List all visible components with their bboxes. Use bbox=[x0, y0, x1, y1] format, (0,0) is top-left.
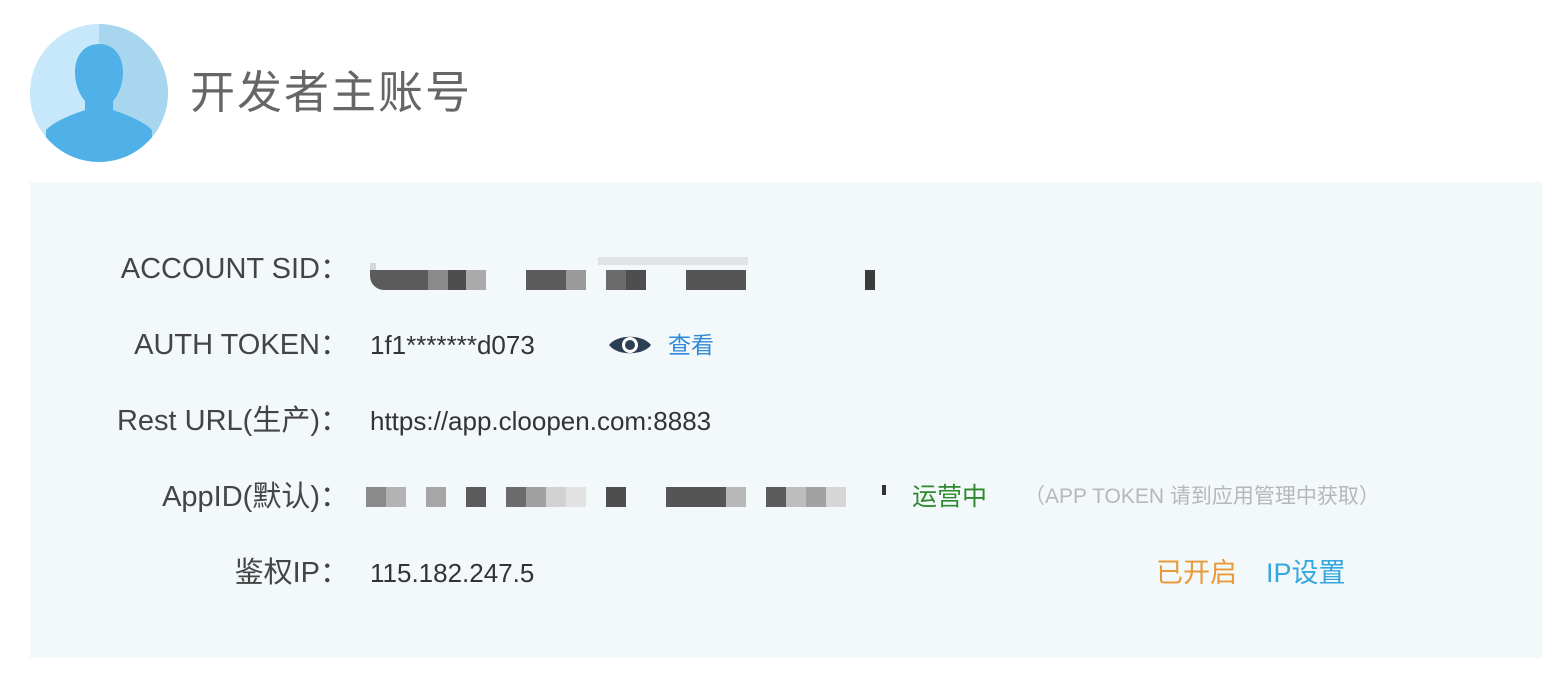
account-sid-label: ACCOUNT SID bbox=[120, 253, 320, 285]
ip-auth-status-badge: 已开启 bbox=[1156, 558, 1237, 588]
app-id-colon: ： bbox=[320, 481, 350, 513]
rest-url-colon: ： bbox=[320, 405, 350, 437]
account-sid-row: ACCOUNT SID ： bbox=[30, 249, 1542, 290]
app-status-badge: 运营中 bbox=[912, 483, 988, 511]
auth-token-colon: ： bbox=[320, 329, 350, 361]
auth-token-label: AUTH TOKEN bbox=[134, 329, 320, 361]
auth-ip-colon: ： bbox=[320, 557, 350, 589]
auth-token-value: 1f1*******d073 bbox=[370, 330, 535, 360]
app-id-label: AppID(默认) bbox=[162, 481, 320, 513]
user-silhouette-icon bbox=[30, 24, 168, 162]
app-id-row: AppID(默认) ： 运营中 （APP TOKEN 请到应用管理中获取） bbox=[30, 477, 1542, 517]
rest-url-value: https://app.cloopen.com:8883 bbox=[370, 406, 712, 436]
auth-ip-value: 115.182.247.5 bbox=[370, 558, 535, 588]
rest-url-row: Rest URL(生产) ： https://app.cloopen.com:8… bbox=[30, 401, 1542, 441]
account-sid-colon: ： bbox=[320, 253, 350, 285]
auth-token-row: AUTH TOKEN ： 1f1*******d073 查看 bbox=[30, 325, 1542, 365]
page-title: 开发者主账号 bbox=[190, 67, 473, 118]
ip-settings-link[interactable]: IP设置 bbox=[1266, 553, 1346, 593]
app-token-hint: （APP TOKEN 请到应用管理中获取） bbox=[1024, 485, 1380, 508]
avatar bbox=[30, 24, 168, 162]
account-sid-redaction bbox=[368, 249, 888, 290]
eye-icon[interactable] bbox=[607, 331, 653, 359]
auth-ip-label: 鉴权IP bbox=[234, 557, 320, 589]
rest-url-label: Rest URL(生产) bbox=[116, 405, 320, 437]
account-header: 开发者主账号 bbox=[0, 0, 1542, 180]
account-info-panel: ACCOUNT SID ： AUTH TOKEN ： 1f1*******d07… bbox=[30, 182, 1542, 658]
auth-ip-row: 鉴权IP ： 115.182.247.5 已开启 IP设置 bbox=[30, 553, 1542, 593]
view-token-link[interactable]: 查看 bbox=[668, 325, 714, 365]
app-id-redaction bbox=[364, 477, 894, 517]
